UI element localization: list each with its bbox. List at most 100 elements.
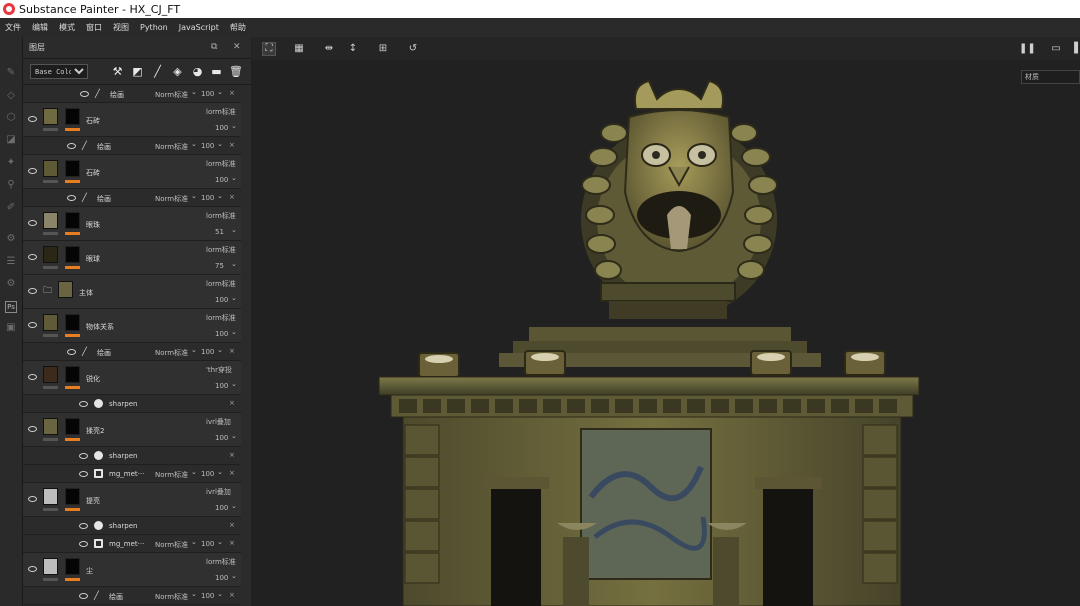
- layer-effect-row[interactable]: ╱ 绘画 Norm标准 ⌄ 100 ⌄ ×: [23, 343, 241, 361]
- layer-row[interactable]: 眼球 lorm标准 75 ⌄: [23, 241, 241, 275]
- remove-effect-icon[interactable]: ×: [229, 399, 235, 407]
- opacity-value[interactable]: 100: [215, 504, 228, 512]
- blend-mode-select[interactable]: lorm标准: [206, 211, 236, 221]
- opacity-value[interactable]: 100: [201, 194, 214, 202]
- pause-icon[interactable]: ❚❚: [1019, 43, 1036, 55]
- visibility-eye-icon[interactable]: [79, 541, 90, 548]
- remove-effect-icon[interactable]: ×: [229, 347, 235, 355]
- visibility-eye-icon[interactable]: [79, 453, 90, 460]
- blend-mode-select[interactable]: Norm标准: [155, 348, 188, 358]
- remove-effect-icon[interactable]: ×: [229, 521, 235, 529]
- remove-effect-icon[interactable]: ×: [229, 451, 235, 459]
- camera-view-icon[interactable]: ▭: [1050, 43, 1062, 55]
- visibility-eye-icon[interactable]: [79, 401, 90, 408]
- add-effect-icon[interactable]: ⚒: [111, 65, 124, 78]
- opacity-value[interactable]: 100: [215, 382, 228, 390]
- add-folder-icon[interactable]: ▬: [210, 65, 223, 78]
- layer-row[interactable]: 锐化 'thr穿投 100 ⌄: [23, 361, 241, 395]
- blend-mode-select[interactable]: lorm标准: [206, 245, 236, 255]
- blend-mode-select[interactable]: Norm标准: [155, 194, 188, 204]
- visibility-eye-icon[interactable]: [28, 288, 39, 295]
- layer-effect-row[interactable]: sharpen ×: [23, 395, 241, 413]
- opacity-value[interactable]: 100: [215, 574, 228, 582]
- visibility-eye-icon[interactable]: [67, 349, 78, 356]
- menu-view[interactable]: 视图: [113, 22, 129, 33]
- library-tool-icon[interactable]: ☰: [5, 256, 17, 268]
- layer-effect-row[interactable]: sharpen ×: [23, 447, 241, 465]
- menu-help[interactable]: 帮助: [230, 22, 246, 33]
- smudge-tool-icon[interactable]: ✦: [5, 157, 17, 169]
- opacity-value[interactable]: 100: [201, 592, 214, 600]
- more-icon[interactable]: ▌: [1072, 43, 1080, 55]
- visibility-eye-icon[interactable]: [28, 374, 39, 381]
- layer-folder-row[interactable]: 🗀 主体 lorm标准 100 ⌄: [23, 275, 241, 309]
- paint-brush-tool-icon[interactable]: ✎: [5, 67, 17, 79]
- opacity-value[interactable]: 100: [215, 434, 228, 442]
- remove-effect-icon[interactable]: ×: [229, 141, 235, 149]
- layer-effect-row[interactable]: ╱ 绘画 Norm标准 ⌄ 100 ⌄ ×: [23, 189, 241, 207]
- grid-view-icon[interactable]: ▦: [293, 43, 305, 55]
- close-panel-icon[interactable]: ✕: [233, 42, 241, 52]
- menu-edit[interactable]: 编辑: [32, 22, 48, 33]
- visibility-eye-icon[interactable]: [67, 143, 78, 150]
- opacity-value[interactable]: 100: [201, 540, 214, 548]
- material-mode-select[interactable]: 材质: [1021, 70, 1080, 84]
- opacity-value[interactable]: 100: [201, 142, 214, 150]
- blend-mode-select[interactable]: lorm标准: [206, 557, 236, 567]
- clone-tool-icon[interactable]: ⚲: [5, 179, 17, 191]
- visibility-eye-icon[interactable]: [79, 471, 90, 478]
- mirror-symmetry-icon[interactable]: ⇹: [323, 43, 335, 55]
- 3d-viewport[interactable]: ⛶ ▦ ⇹ ↕ ⊞ ↺ ❚❚ ▭ ▌ 材质: [251, 37, 1080, 606]
- visibility-eye-icon[interactable]: [28, 116, 39, 123]
- channel-select[interactable]: Base Color: [30, 64, 88, 79]
- blend-mode-select[interactable]: 'thr穿投: [206, 365, 232, 375]
- blend-mode-select[interactable]: lorm标准: [206, 159, 236, 169]
- add-mask-icon[interactable]: ◩: [131, 65, 144, 78]
- menu-javascript[interactable]: JavaScript: [179, 23, 219, 32]
- blend-mode-select[interactable]: ivrl叠加: [206, 487, 231, 497]
- visibility-eye-icon[interactable]: [28, 426, 39, 433]
- photoshop-icon[interactable]: Ps: [5, 301, 17, 313]
- add-fill-layer-icon[interactable]: ◈: [171, 65, 184, 78]
- color-picker-tool-icon[interactable]: ✐: [5, 202, 17, 214]
- layer-effect-row[interactable]: mg_met··· Norm标准 ⌄ 100 ⌄ ×: [23, 535, 241, 553]
- visibility-eye-icon[interactable]: [28, 168, 39, 175]
- axis-symmetry-icon[interactable]: ↕: [347, 43, 359, 55]
- layer-row[interactable]: 眼珠 lorm标准 51 ⌄: [23, 207, 241, 241]
- menu-file[interactable]: 文件: [5, 22, 21, 33]
- layer-row[interactable]: 提亮 ivrl叠加 100 ⌄: [23, 483, 241, 517]
- add-paint-layer-icon[interactable]: ╱: [151, 65, 164, 78]
- visibility-eye-icon[interactable]: [79, 593, 90, 600]
- eraser-tool-icon[interactable]: ◇: [5, 90, 17, 102]
- menu-python[interactable]: Python: [140, 23, 168, 32]
- blend-mode-select[interactable]: Norm标准: [155, 142, 188, 152]
- opacity-value[interactable]: 100: [201, 90, 214, 98]
- layer-effect-row[interactable]: ╱ 绘画 Norm标准 ⌄ 100 ⌄ ×: [23, 85, 241, 103]
- history-icon[interactable]: ↺: [407, 43, 419, 55]
- remove-effect-icon[interactable]: ×: [229, 193, 235, 201]
- blend-mode-select[interactable]: lorm标准: [206, 279, 236, 289]
- blend-mode-select[interactable]: Norm标准: [155, 540, 188, 550]
- visibility-eye-icon[interactable]: [28, 496, 39, 503]
- visibility-eye-icon[interactable]: [28, 220, 39, 227]
- remove-effect-icon[interactable]: ×: [229, 539, 235, 547]
- layer-effect-row[interactable]: ╱ 绘画 Norm标准 ⌄ 100 ⌄ ×: [23, 137, 241, 155]
- export-tool-icon[interactable]: ▣: [5, 322, 17, 334]
- visibility-eye-icon[interactable]: [28, 566, 39, 573]
- layer-row[interactable]: 石砖 lorm标准 100 ⌄: [23, 155, 241, 189]
- blend-mode-select[interactable]: Norm标准: [155, 90, 188, 100]
- visibility-eye-icon[interactable]: [80, 91, 91, 98]
- blend-mode-select[interactable]: Norm标准: [155, 470, 188, 480]
- remove-effect-icon[interactable]: ×: [229, 469, 235, 477]
- opacity-value[interactable]: 100: [215, 296, 228, 304]
- select-frame-icon[interactable]: ⛶: [262, 42, 276, 56]
- settings-tool-icon[interactable]: ⚙: [5, 278, 17, 290]
- layer-row[interactable]: 石砖 lorm标准 100 ⌄: [23, 103, 241, 137]
- opacity-value[interactable]: 100: [215, 124, 228, 132]
- menu-window[interactable]: 窗口: [86, 22, 102, 33]
- remove-effect-icon[interactable]: ×: [229, 591, 235, 599]
- blend-mode-select[interactable]: lorm标准: [206, 107, 236, 117]
- projection-tool-icon[interactable]: ⬡: [5, 112, 17, 124]
- visibility-eye-icon[interactable]: [67, 195, 78, 202]
- layer-row[interactable]: 揉亮2 ivrl叠加 100 ⌄: [23, 413, 241, 447]
